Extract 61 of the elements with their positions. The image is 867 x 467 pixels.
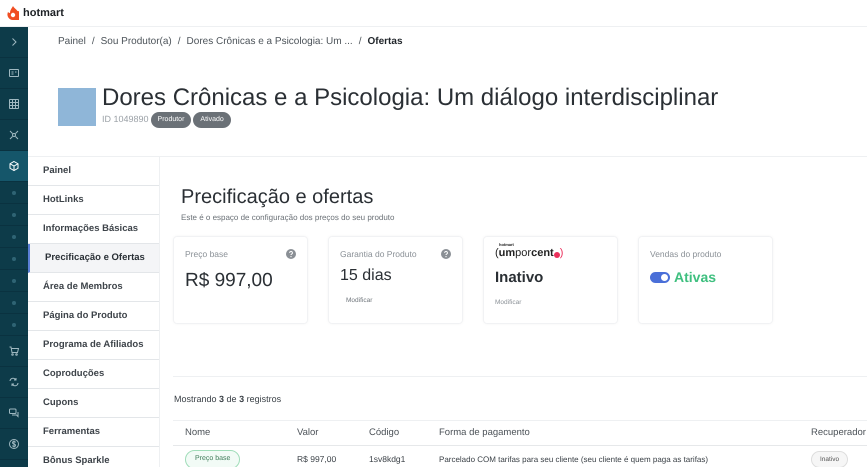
nav-item[interactable]: Precificação e Ofertas bbox=[28, 244, 159, 273]
breadcrumb-separator: / bbox=[178, 35, 181, 49]
nav-item[interactable]: Painel bbox=[28, 157, 159, 186]
nav-item[interactable]: HotLinks bbox=[28, 186, 159, 215]
dot-icon[interactable] bbox=[12, 322, 16, 326]
dot-icon[interactable] bbox=[12, 212, 16, 216]
column-header: Nome bbox=[184, 426, 212, 440]
table-cell-text: 1sv8kdg1 bbox=[369, 453, 406, 466]
logo-paren: ) bbox=[560, 248, 564, 259]
nav-item[interactable]: Ferramentas bbox=[28, 418, 159, 447]
logo-text: (umporcent bbox=[495, 248, 554, 259]
card-icon[interactable] bbox=[8, 67, 20, 79]
repeat-icon[interactable] bbox=[8, 376, 20, 388]
column-header: Código bbox=[369, 426, 400, 440]
section-title: Precificação e ofertas bbox=[180, 185, 374, 209]
product-title: Dores Crônicas e a Psicologia: Um diálogo interdisciplinar bbox=[102, 84, 718, 112]
grid-icon[interactable] bbox=[8, 98, 20, 110]
records-summary: Mostrando 3 de 3 registros bbox=[173, 394, 282, 404]
breadcrumb-link[interactable]: Painel bbox=[58, 34, 86, 49]
card-label: Vendas do produto bbox=[650, 248, 722, 261]
nav-item[interactable]: Cupons bbox=[28, 389, 159, 418]
chat-icon[interactable] bbox=[8, 407, 20, 419]
toggle-switch[interactable] bbox=[650, 272, 670, 283]
card-label: Preço base bbox=[185, 248, 228, 261]
dot-icon[interactable] bbox=[12, 278, 16, 282]
cube-icon[interactable] bbox=[8, 160, 20, 172]
breadcrumb-link[interactable]: Dores Crônicas e a Psicologia: Um ... bbox=[186, 34, 353, 49]
card-value: 15 dias bbox=[340, 266, 393, 286]
product-id: ID 1049890 bbox=[102, 113, 149, 126]
dot-icon[interactable] bbox=[12, 256, 16, 260]
nav-item[interactable]: Bônus Sparkle bbox=[28, 447, 159, 467]
table-cell-text: R$ 997,00 bbox=[297, 453, 338, 466]
card-value: R$ 997,00 bbox=[185, 268, 274, 293]
cart-icon[interactable] bbox=[8, 345, 20, 357]
column-header: Recuperador bbox=[811, 426, 866, 440]
help-icon[interactable] bbox=[286, 249, 296, 260]
card-value: Inativo bbox=[495, 268, 544, 288]
flame-logo-icon bbox=[7, 6, 19, 20]
dot-icon[interactable] bbox=[12, 300, 16, 304]
dollar-icon[interactable] bbox=[8, 438, 20, 450]
photo-placeholder bbox=[58, 88, 96, 126]
column-header: Forma de pagamento bbox=[439, 426, 531, 440]
dot-icon[interactable] bbox=[12, 234, 16, 238]
nav-item[interactable]: Página do Produto bbox=[28, 302, 159, 331]
section-subtitle: Este é o espaço de configuração dos preços do seu produto bbox=[180, 212, 396, 224]
dot-icon[interactable] bbox=[12, 190, 16, 194]
nav-item[interactable]: Coproduções bbox=[28, 360, 159, 389]
breadcrumb-separator: / bbox=[358, 35, 362, 49]
card-value: Ativas bbox=[674, 268, 716, 287]
table-cell-text: Parcelado COM tarifas para seu cliente (seu cliente é quem paga as tarifas) bbox=[439, 454, 710, 466]
nav-item[interactable]: Área de Membros bbox=[28, 273, 159, 302]
breadcrumb-link[interactable]: Sou Produtor(a) bbox=[100, 34, 172, 49]
brand-name: hotmart bbox=[23, 6, 64, 21]
nav-item[interactable]: Programa de Afiliados bbox=[28, 331, 159, 360]
column-header: Valor bbox=[297, 426, 320, 440]
network-icon[interactable] bbox=[8, 129, 20, 141]
help-icon[interactable] bbox=[441, 249, 451, 260]
breadcrumb-link[interactable]: Ofertas bbox=[367, 34, 402, 49]
breadcrumb-separator: / bbox=[92, 35, 95, 49]
card-label: Garantia do Produto bbox=[340, 248, 417, 261]
dot-icon bbox=[554, 252, 560, 258]
